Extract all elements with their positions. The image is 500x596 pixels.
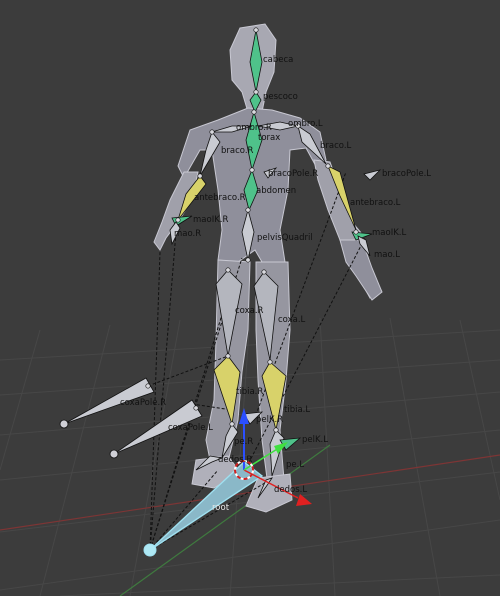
- label-bracopole-r: bracoPole.R: [268, 169, 318, 179]
- label-tibia-r: tibia.R: [236, 387, 263, 397]
- label-pe-r: pe.R: [234, 437, 253, 447]
- label-maoik-l: maoIK.L: [372, 228, 406, 238]
- pole-target-bones[interactable]: [59, 377, 203, 459]
- label-antebraco-l: antebraco.L: [350, 198, 401, 208]
- label-bracopole-l: bracoPole.L: [382, 169, 431, 179]
- coxapole-l-head[interactable]: [109, 449, 119, 459]
- label-pescoco: pescoco: [263, 92, 298, 102]
- label-antebraco-r: antebraco.R: [194, 193, 246, 203]
- label-torax: torax: [258, 133, 280, 143]
- label-dedos-r: dedos.R: [218, 455, 252, 465]
- label-ombro-l: ombro.L: [288, 119, 323, 129]
- label-mao-r: mao.R: [174, 229, 201, 239]
- label-pelvisquadril: pelvisQuadril: [257, 233, 313, 243]
- coxapole-r-head[interactable]: [59, 419, 69, 429]
- label-coxa-l: coxa.L: [278, 315, 306, 325]
- label-pe-l: pe.L: [286, 460, 304, 470]
- label-coxapole-l: coxaPole.L: [168, 423, 213, 433]
- label-coxapole-r: coxaPole.R: [120, 398, 166, 408]
- label-braco-r: braco.R: [221, 146, 254, 156]
- label-root: root: [212, 503, 230, 513]
- label-abdomen: abdomen: [256, 186, 296, 196]
- bone-bracopole-l[interactable]: [363, 169, 382, 181]
- label-pelk-r: pelK.R: [256, 415, 283, 425]
- label-ombro-r: ombro.R: [236, 123, 272, 133]
- label-tibia-l: tibia.L: [284, 405, 310, 415]
- label-maoik-r: maoIK.R: [193, 215, 228, 225]
- 3d-viewport[interactable]: cabeca pescoco ombro.R ombro.L torax bra…: [0, 0, 500, 596]
- label-pelk-l: pelK.L: [302, 435, 328, 445]
- viewport-canvas[interactable]: cabeca pescoco ombro.R ombro.L torax bra…: [0, 0, 500, 596]
- label-mao-l: mao.L: [374, 250, 400, 260]
- label-dedos-l: dedos.L: [274, 485, 307, 495]
- label-coxa-r: coxa.R: [235, 306, 264, 316]
- label-cabeca: cabeca: [263, 55, 293, 65]
- label-braco-l: braco.L: [320, 141, 352, 151]
